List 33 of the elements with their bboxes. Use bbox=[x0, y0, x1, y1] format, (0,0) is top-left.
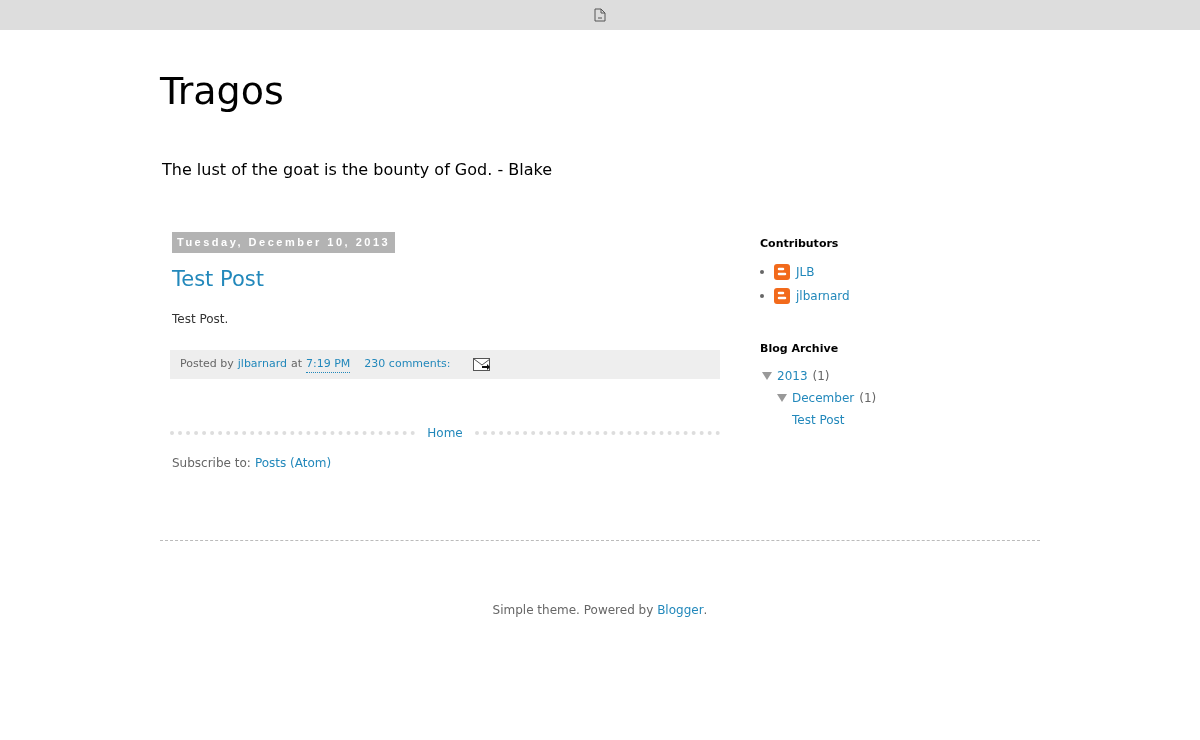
profile-icon bbox=[774, 263, 790, 280]
archive-link[interactable]: December bbox=[792, 389, 855, 407]
blog-title: Tragos bbox=[160, 68, 284, 115]
post-count: (1) bbox=[812, 368, 830, 385]
contributor-link[interactable]: jlbarnard bbox=[796, 286, 850, 305]
subscribe-label: Subscribe to: bbox=[172, 455, 251, 472]
profile-icon bbox=[774, 287, 790, 304]
date-header: Tuesday, December 10, 2013 bbox=[172, 232, 396, 253]
post-body: Test Post. bbox=[172, 311, 229, 328]
comments-link[interactable]: 230 comments: bbox=[364, 356, 451, 373]
email-post-icon[interactable] bbox=[472, 358, 491, 371]
blogger-link[interactable]: Blogger bbox=[657, 601, 704, 619]
archive-post-link[interactable]: Test Post bbox=[792, 411, 845, 429]
archive-heading: Blog Archive bbox=[760, 340, 839, 357]
footer-period: . bbox=[703, 602, 708, 619]
atom-feed-link[interactable]: Posts (Atom) bbox=[254, 454, 332, 472]
timestamp-link[interactable]: 7:19 PM bbox=[306, 355, 351, 374]
author-link[interactable]: jlbarnard bbox=[237, 356, 287, 373]
blog-description: The lust of the goat is the bounty of God. - Blake bbox=[162, 159, 552, 181]
bullet-icon bbox=[760, 293, 764, 298]
post-count: (1) bbox=[859, 390, 877, 407]
bullet-icon bbox=[760, 269, 764, 274]
archive-link[interactable]: 2013 bbox=[777, 367, 808, 385]
posted-by-label: Posted by bbox=[180, 356, 234, 373]
at-label: at bbox=[290, 356, 303, 373]
contributor-link[interactable]: JLB bbox=[796, 262, 815, 281]
toggle-triangle-icon[interactable] bbox=[777, 393, 787, 403]
document-icon bbox=[594, 8, 606, 22]
post-title[interactable]: Test Post bbox=[172, 263, 264, 295]
contributors-heading: Contributors bbox=[760, 236, 839, 252]
footer-text: Simple theme. Powered by bbox=[492, 602, 655, 619]
toggle-triangle-icon[interactable] bbox=[762, 371, 772, 381]
home-link[interactable]: Home bbox=[427, 424, 463, 442]
